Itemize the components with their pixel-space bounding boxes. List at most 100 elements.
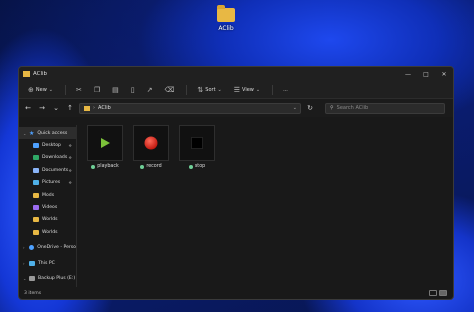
- paste-icon: ▤: [112, 85, 119, 94]
- record-icon: [144, 136, 158, 150]
- recent-locations-button[interactable]: ⌄: [51, 104, 61, 112]
- stop-icon: [191, 137, 203, 149]
- navigation-pane: ⌄ ★ Quick access Desktop ❖ Downloads ❖ D…: [19, 125, 77, 287]
- search-icon: ⚲: [330, 105, 334, 111]
- sidebar-item-label: Videos: [42, 205, 58, 211]
- play-icon: [101, 138, 110, 148]
- computer-icon: [29, 260, 35, 266]
- sort-button[interactable]: ⇅ Sort ⌄: [194, 84, 226, 96]
- file-tile-record[interactable]: record: [131, 125, 171, 169]
- toolbar-divider: [272, 84, 274, 95]
- pin-icon: ❖: [68, 143, 72, 149]
- item-count: 3 items: [24, 290, 42, 296]
- new-label: New: [35, 86, 47, 93]
- sync-status-icon: [188, 164, 193, 169]
- file-name: stop: [188, 164, 206, 169]
- share-icon: ↗: [146, 85, 153, 94]
- desktop-icon-label: AClib: [218, 25, 234, 32]
- chevron-down-icon[interactable]: ⌄: [293, 105, 297, 111]
- sidebar-item-label: This PC: [38, 260, 55, 266]
- sidebar-item-quick-access[interactable]: ⌄ ★ Quick access: [19, 127, 76, 140]
- toolbar-divider: [186, 84, 188, 95]
- drive-icon: [29, 275, 35, 281]
- sidebar-item-label: Worlds: [42, 229, 58, 235]
- sidebar-item-this-pc[interactable]: › This PC: [19, 257, 76, 269]
- file-tile-stop[interactable]: stop: [177, 125, 217, 169]
- copy-icon: ❐: [93, 85, 101, 94]
- back-button[interactable]: ←: [23, 104, 33, 112]
- chevron-right-icon[interactable]: ›: [23, 245, 29, 250]
- sort-icon: ⇅: [197, 85, 204, 94]
- file-thumbnail: [179, 125, 215, 161]
- refresh-button[interactable]: ↻: [305, 104, 315, 112]
- desktop-icon: [33, 143, 39, 149]
- sidebar-item-label: Worlds: [42, 217, 58, 223]
- file-thumbnail: [87, 125, 123, 161]
- sidebar-item-label: Mods: [42, 192, 55, 198]
- cloud-icon: [28, 245, 35, 251]
- folder-icon: [84, 105, 90, 111]
- search-input[interactable]: ⚲ Search AClib: [325, 102, 445, 114]
- copy-button[interactable]: ❐: [91, 84, 105, 96]
- sidebar-item-backup-plus[interactable]: ⌄ Backup Plus (E:): [19, 272, 76, 284]
- sidebar-item-label: Quick access: [37, 130, 68, 136]
- breadcrumb[interactable]: AClib: [98, 105, 111, 111]
- sidebar-item-documents[interactable]: Documents ❖: [19, 164, 76, 176]
- more-label: ...: [283, 86, 288, 93]
- paste-button[interactable]: ▤: [109, 84, 124, 96]
- address-bar[interactable]: › AClib ⌄: [79, 102, 301, 114]
- video-icon: [33, 205, 39, 211]
- folder-icon: [33, 192, 39, 198]
- view-label: View: [242, 86, 254, 93]
- desktop-folder-aclib[interactable]: AClib: [212, 5, 240, 32]
- sidebar-item-label: Desktop: [42, 143, 61, 149]
- sidebar-item-label: Documents: [42, 167, 69, 173]
- forward-button[interactable]: →: [37, 104, 47, 112]
- picture-icon: [33, 180, 39, 186]
- folder-icon: [33, 217, 39, 223]
- folder-icon: [23, 71, 30, 77]
- plus-circle-icon: ⊕: [28, 85, 34, 94]
- sync-status-icon: [91, 164, 96, 169]
- sidebar-item-onedrive[interactable]: › OneDrive - Perso: [19, 242, 76, 254]
- download-icon: [33, 155, 39, 161]
- sidebar-item-desktop[interactable]: Desktop ❖: [19, 139, 76, 151]
- sidebar-item-downloads[interactable]: Downloads ❖: [19, 152, 76, 164]
- tiles-view-button[interactable]: [439, 290, 447, 296]
- file-name-text: record: [146, 164, 162, 169]
- sidebar-item-mods[interactable]: Mods: [19, 189, 76, 201]
- cut-button[interactable]: ✂: [73, 84, 87, 96]
- new-button[interactable]: ⊕ New ⌄: [25, 84, 58, 96]
- folder-icon: [33, 229, 39, 235]
- file-tile-playback[interactable]: playback: [85, 125, 125, 169]
- file-list: playback record stop: [77, 125, 453, 287]
- sidebar-item-label: Backup Plus (E:): [38, 275, 76, 281]
- close-button[interactable]: ✕: [435, 67, 453, 81]
- up-button[interactable]: ↑: [65, 104, 75, 112]
- file-name-text: stop: [194, 164, 206, 169]
- rename-icon: ▯: [130, 85, 135, 94]
- details-view-button[interactable]: [429, 290, 437, 296]
- sidebar-item-videos[interactable]: Videos: [19, 201, 76, 213]
- sidebar-item-label: Downloads: [42, 155, 68, 161]
- file-name: playback: [91, 164, 119, 169]
- delete-button[interactable]: ⌫: [162, 84, 180, 96]
- minimize-button[interactable]: —: [399, 67, 417, 81]
- file-thumbnail: [133, 125, 169, 161]
- more-options-button[interactable]: ...: [280, 85, 291, 95]
- sidebar-item-worlds[interactable]: Worlds: [19, 214, 76, 226]
- sort-label: Sort: [205, 86, 216, 93]
- maximize-button[interactable]: □: [417, 67, 435, 81]
- title-bar[interactable]: AClib — □ ✕: [19, 67, 453, 81]
- rename-button[interactable]: ▯: [128, 84, 140, 96]
- share-button[interactable]: ↗: [144, 84, 158, 96]
- sidebar-item-pictures[interactable]: Pictures ❖: [19, 177, 76, 189]
- status-bar: 3 items: [19, 287, 453, 299]
- file-explorer-window: AClib — □ ✕ ⊕ New ⌄ ✂ ❐ ▤ ▯ ↗ ⌫ ⇅ Sort ⌄…: [18, 66, 454, 300]
- sidebar-item-worlds-2[interactable]: Worlds: [19, 226, 76, 238]
- view-button[interactable]: ☰ View ⌄: [231, 84, 265, 96]
- command-bar: ⊕ New ⌄ ✂ ❐ ▤ ▯ ↗ ⌫ ⇅ Sort ⌄ ☰ View ⌄ ..…: [19, 81, 453, 99]
- chevron-down-icon: ⌄: [255, 86, 261, 93]
- view-toggle: [429, 290, 447, 296]
- chevron-down-icon: ⌄: [48, 86, 53, 93]
